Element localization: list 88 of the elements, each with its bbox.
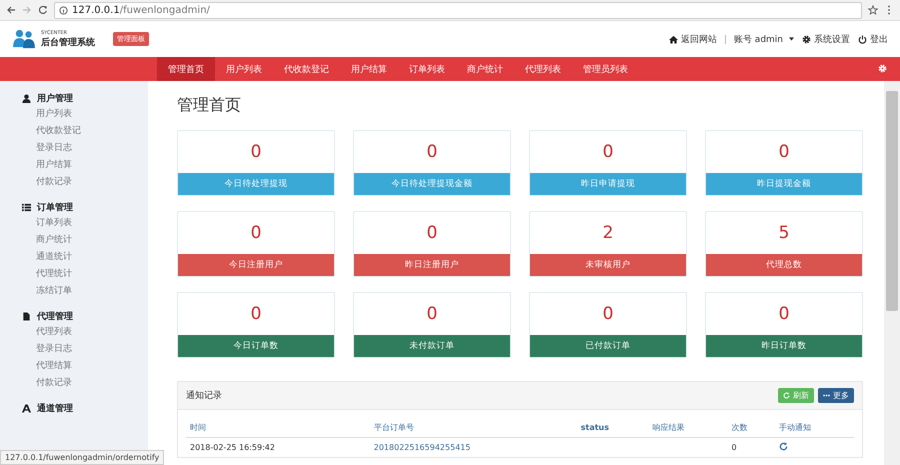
stat-label: 今日待处理提现金额 xyxy=(354,173,510,195)
refresh-icon xyxy=(783,392,790,399)
table-cell: 0 xyxy=(727,438,775,457)
stat-value: 0 xyxy=(250,141,262,164)
stat-value: 0 xyxy=(426,141,438,164)
font-icon xyxy=(22,404,31,412)
back-icon[interactable] xyxy=(6,5,16,15)
nav-tab[interactable]: 商户统计 xyxy=(456,57,514,81)
column-header: 响应结果 xyxy=(648,418,728,438)
home-icon xyxy=(668,34,678,44)
more-button[interactable]: 更多 xyxy=(818,388,854,403)
nav-tab[interactable]: 代理列表 xyxy=(514,57,572,81)
scrollbar[interactable] xyxy=(884,81,900,465)
nav-tab[interactable]: 代收款登记 xyxy=(273,57,340,81)
stat-value: 2 xyxy=(602,222,614,245)
nav-tab[interactable]: 管理员列表 xyxy=(572,57,639,81)
address-bar[interactable]: 127.0.0.1/fuwenlongadmin/ xyxy=(54,2,862,18)
sidebar-heading: 代理管理 xyxy=(37,310,73,322)
header-link[interactable]: 账号 admin xyxy=(734,32,794,46)
column-header: 平台订单号 xyxy=(370,418,577,438)
stat-value: 0 xyxy=(778,303,790,326)
stat-label: 昨日申请提现 xyxy=(530,173,686,195)
sidebar-item[interactable]: 付款记录 xyxy=(0,174,148,191)
sidebar-item[interactable]: 登录日志 xyxy=(0,140,148,157)
column-header: 次数 xyxy=(727,418,775,438)
sidebar-item[interactable]: 用户结算 xyxy=(0,157,148,174)
caret-icon xyxy=(789,37,794,41)
sidebar-item[interactable]: 代理结算 xyxy=(0,358,148,375)
settings-icon xyxy=(802,34,811,44)
stat-label: 代理总数 xyxy=(706,254,862,276)
stat-value: 0 xyxy=(602,141,614,164)
stat-label: 昨日注册用户 xyxy=(354,254,510,276)
file-icon xyxy=(22,312,31,320)
user-icon xyxy=(22,94,31,102)
sidebar-item[interactable]: 用户列表 xyxy=(0,106,148,123)
stat-label: 昨日提现金额 xyxy=(706,173,862,195)
header-link[interactable]: 系统设置 xyxy=(802,32,850,46)
stat-value: 0 xyxy=(778,141,790,164)
sidebar-item[interactable]: 通道统计 xyxy=(0,249,148,266)
nav-tab[interactable]: 订单列表 xyxy=(398,57,456,81)
sidebar-heading: 用户管理 xyxy=(37,92,73,104)
column-header: status xyxy=(576,418,648,438)
header-link[interactable]: 登出 xyxy=(858,32,888,46)
stat-label: 昨日订单数 xyxy=(706,335,862,357)
stat-value: 0 xyxy=(426,303,438,326)
power-icon xyxy=(858,34,867,44)
header-link[interactable]: 返回网站 xyxy=(668,32,717,46)
column-header: 手动通知 xyxy=(774,418,854,438)
settings-icon[interactable] xyxy=(878,64,887,73)
sidebar-item[interactable]: 登录日志 xyxy=(0,341,148,358)
stat-value: 0 xyxy=(426,222,438,245)
stat-value: 0 xyxy=(250,222,262,245)
nav-tab[interactable]: 用户结算 xyxy=(340,57,398,81)
column-header: 时间 xyxy=(186,418,370,438)
refresh-button[interactable]: 刷新 xyxy=(778,388,814,403)
stat-label: 未审核用户 xyxy=(530,254,686,276)
stat-value: 0 xyxy=(250,303,262,326)
stat-label: 今日待处理提现 xyxy=(178,173,334,195)
refresh-icon[interactable] xyxy=(778,442,788,451)
sidebar-item[interactable]: 代理列表 xyxy=(0,324,148,341)
stat-label: 未付款订单 xyxy=(354,335,510,357)
nav-tab[interactable]: 用户列表 xyxy=(215,57,273,81)
sidebar-item[interactable]: 代理统计 xyxy=(0,266,148,283)
sidebar-item[interactable]: 代收款登记 xyxy=(0,123,148,140)
order-link[interactable]: 2018022516594255415 xyxy=(374,443,470,452)
sidebar-item[interactable]: 商户统计 xyxy=(0,232,148,249)
info-icon xyxy=(59,6,68,14)
stat-value: 0 xyxy=(602,303,614,326)
page-title: 管理首页 xyxy=(177,95,242,116)
panel-title: 通知记录 xyxy=(186,390,222,402)
users-logo-icon xyxy=(12,29,36,49)
sidebar-heading: 订单管理 xyxy=(37,202,73,214)
sidebar-item[interactable]: 订单列表 xyxy=(0,215,148,232)
stat-label: 今日注册用户 xyxy=(178,254,334,276)
sidebar-item[interactable]: 付款记录 xyxy=(0,375,148,392)
stat-label: 今日订单数 xyxy=(178,335,334,357)
more-icon xyxy=(823,392,830,399)
stat-label: 已付款订单 xyxy=(530,335,686,357)
sidebar-item[interactable]: 冻结订单 xyxy=(0,283,148,300)
logo-title: 后台管理系统 xyxy=(41,36,95,48)
nav-tab[interactable]: 管理首页 xyxy=(157,57,215,81)
status-url: 127.0.0.1/fuwenlongadmin/ordernotify xyxy=(0,450,164,465)
table-cell: 2018-02-25 16:59:42 xyxy=(186,438,370,457)
reload-icon[interactable] xyxy=(38,5,48,15)
list-icon xyxy=(22,202,31,212)
star-icon[interactable] xyxy=(868,5,878,15)
stat-value: 5 xyxy=(778,222,790,245)
sidebar-heading: 通道管理 xyxy=(37,402,73,414)
